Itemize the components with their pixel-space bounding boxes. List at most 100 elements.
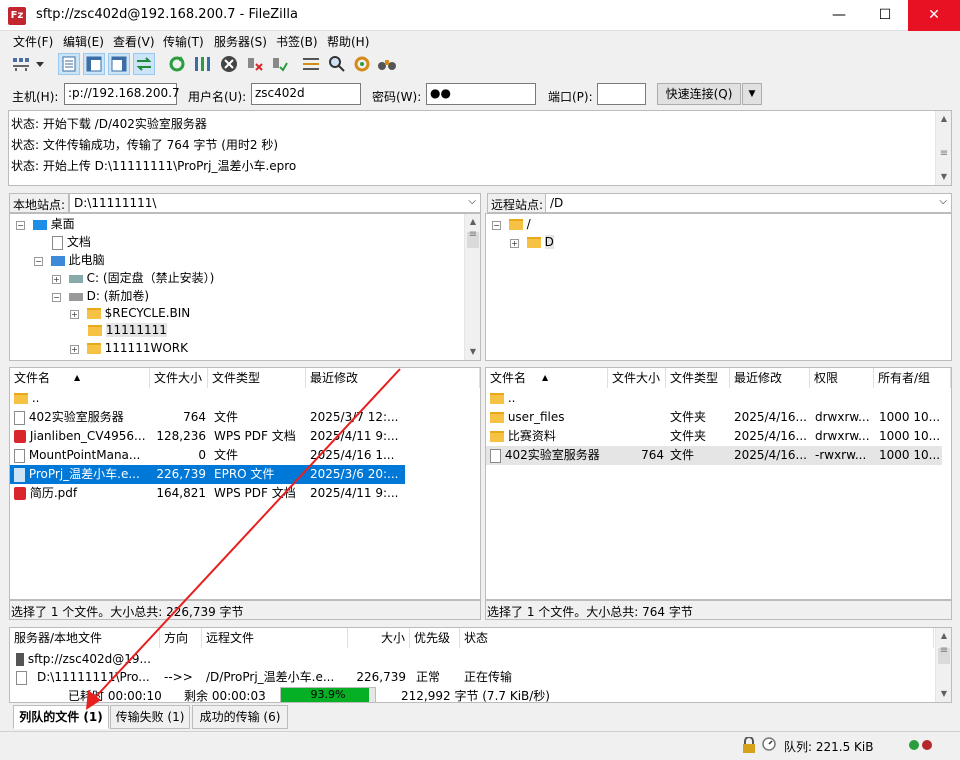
col-modified[interactable]: 最近修改 — [306, 368, 480, 388]
col-filesize[interactable]: 文件大小 — [608, 368, 666, 388]
expand-icon[interactable]: + — [52, 275, 61, 284]
queue-scrollbar[interactable]: ▲ ≡ ▼ — [935, 628, 951, 702]
compare-icon[interactable] — [326, 53, 348, 75]
list-item[interactable]: .. — [10, 389, 405, 408]
col-priority[interactable]: 优先级 — [410, 628, 460, 648]
col-status[interactable]: 状态 — [460, 628, 934, 648]
tab-queued-files[interactable]: 列队的文件 (1) — [13, 705, 109, 729]
tree-item-drive-c[interactable]: + C: (固定盘（禁止安装）) — [52, 269, 214, 287]
collapse-icon[interactable]: − — [52, 293, 61, 302]
col-owner[interactable]: 所有者/组 — [874, 368, 951, 388]
tree-item-root[interactable]: − / — [492, 215, 531, 233]
message-log[interactable]: 状态: 开始下载 /D/402实验室服务器 状态: 文件传输成功，传输了 764… — [8, 110, 952, 186]
tree-item-documents[interactable]: 文档 — [52, 233, 91, 251]
tree-item-desktop[interactable]: − 桌面 — [16, 215, 75, 233]
remote-directory-tree[interactable]: − / + D — [485, 213, 952, 361]
col-filename[interactable]: 文件名 ▲ — [486, 368, 608, 388]
tree-item-111111work[interactable]: + 111111WORK — [70, 339, 188, 357]
menu-help[interactable]: 帮助(H) — [327, 33, 369, 50]
sync-browse-icon[interactable] — [351, 53, 373, 75]
quickconnect-button[interactable]: 快速连接(Q) — [657, 83, 741, 105]
cancel-operation-icon[interactable] — [218, 53, 240, 75]
tree-item-11111111[interactable]: 11111111 — [88, 321, 167, 339]
scroll-thumb-icon[interactable]: ≡ — [467, 230, 479, 248]
remote-file-list[interactable]: 文件名 ▲ 文件大小 文件类型 最近修改 权限 所有者/组 .. user_fil… — [485, 367, 952, 600]
tree-item-drive-d[interactable]: − D: (新加卷) — [52, 287, 149, 305]
scroll-up-icon[interactable]: ▲ — [936, 628, 952, 644]
list-item-selected[interactable]: 402实验室服务器 764 文件 2025/4/16... -rwxrw... … — [486, 446, 942, 465]
refresh-icon[interactable] — [166, 53, 188, 75]
menu-transfer[interactable]: 传输(T) — [163, 33, 204, 50]
tab-successful-transfers[interactable]: 成功的传输 (6) — [192, 705, 288, 729]
menu-bookmarks[interactable]: 书签(B) — [276, 33, 318, 50]
minimize-button[interactable]: — — [816, 0, 862, 31]
local-file-list[interactable]: 文件名 ▲ 文件大小 文件类型 最近修改 .. 402实验室服务器 764 文件 … — [9, 367, 481, 600]
maximize-button[interactable]: ☐ — [862, 0, 908, 31]
col-filename[interactable]: 文件名 ▲ — [10, 368, 150, 388]
toggle-queue-icon[interactable] — [133, 53, 155, 75]
list-item-selected[interactable]: ProPrj_温差小车.e... 226,739 EPRO 文件 2025/3/… — [10, 465, 405, 484]
reconnect-icon[interactable] — [268, 53, 290, 75]
list-item[interactable]: 简历.pdf 164,821 WPS PDF 文档 2025/4/11 9:..… — [10, 484, 405, 503]
list-item[interactable]: 比赛资料 文件夹 2025/4/16... drwxrw... 1000 10.… — [486, 427, 942, 446]
list-item[interactable]: Jianliben_CV4956... 128,236 WPS PDF 文档 2… — [10, 427, 405, 446]
col-permissions[interactable]: 权限 — [810, 368, 874, 388]
port-input[interactable] — [597, 83, 646, 105]
scroll-down-icon[interactable]: ▼ — [936, 169, 952, 185]
menu-edit[interactable]: 编辑(E) — [63, 33, 104, 50]
col-filesize[interactable]: 文件大小 — [150, 368, 208, 388]
tree-item-this-pc[interactable]: − 此电脑 — [34, 251, 105, 269]
remote-path-combo[interactable]: /D ⌵ — [545, 193, 952, 213]
scroll-up-icon[interactable]: ▲ — [936, 111, 952, 127]
list-item[interactable]: 402实验室服务器 764 文件 2025/3/7 12:... — [10, 408, 405, 427]
transfer-queue[interactable]: 服务器/本地文件 方向 远程文件 大小 优先级 状态 sftp://zsc402… — [9, 627, 952, 703]
col-modified[interactable]: 最近修改 — [730, 368, 810, 388]
expand-icon[interactable]: + — [70, 345, 79, 354]
col-remote-file[interactable]: 远程文件 — [202, 628, 348, 648]
collapse-icon[interactable]: − — [34, 257, 43, 266]
tree-item-d[interactable]: + D — [510, 233, 554, 251]
toggle-local-tree-icon[interactable] — [83, 53, 105, 75]
scroll-down-icon[interactable]: ▼ — [936, 686, 952, 702]
tree-item-recycle-bin[interactable]: + $RECYCLE.BIN — [70, 304, 190, 322]
collapse-icon[interactable]: − — [492, 221, 501, 230]
queue-server-row[interactable]: sftp://zsc402d@19... — [16, 650, 151, 669]
expand-icon[interactable]: + — [70, 310, 79, 319]
local-tree-scrollbar[interactable]: ▲ ≡ ▼ — [464, 214, 480, 360]
search-files-icon[interactable] — [376, 53, 398, 75]
toggle-remote-tree-icon[interactable] — [108, 53, 130, 75]
menu-view[interactable]: 查看(V) — [113, 33, 155, 50]
queue-item-row[interactable]: D:\11111111\Pro... -->> /D/ProPrj_温差小车.e… — [10, 668, 934, 687]
list-item[interactable]: .. — [486, 389, 942, 408]
col-direction[interactable]: 方向 — [160, 628, 202, 648]
site-manager-icon[interactable] — [10, 53, 32, 75]
tab-failed-transfers[interactable]: 传输失败 (1) — [110, 705, 190, 729]
collapse-icon[interactable]: − — [16, 221, 25, 230]
scroll-down-icon[interactable]: ▼ — [465, 344, 480, 360]
col-filetype[interactable]: 文件类型 — [666, 368, 730, 388]
toggle-log-icon[interactable] — [58, 53, 80, 75]
disconnect-icon[interactable] — [243, 53, 265, 75]
scroll-up-icon[interactable]: ▲ — [465, 214, 480, 230]
log-scrollbar[interactable]: ▲ ≡ ▼ — [935, 111, 951, 185]
col-filetype[interactable]: 文件类型 — [208, 368, 306, 388]
scroll-thumb-icon[interactable]: ≡ — [939, 149, 949, 167]
directory-listing-filter-icon[interactable] — [300, 53, 322, 75]
chevron-down-icon[interactable]: ⌵ — [939, 196, 947, 207]
menu-file[interactable]: 文件(F) — [13, 33, 53, 50]
close-button[interactable]: ✕ — [908, 0, 960, 31]
quickconnect-dropdown[interactable]: ▼ — [742, 83, 762, 105]
menu-server[interactable]: 服务器(S) — [214, 33, 267, 50]
speed-limit-icon[interactable] — [762, 737, 776, 751]
list-item[interactable]: user_files 文件夹 2025/4/16... drwxrw... 10… — [486, 408, 942, 427]
local-directory-tree[interactable]: − 桌面 文档 − 此电脑 + C: (固定盘（禁止安装）) − D: (新加卷… — [9, 213, 481, 361]
expand-icon[interactable]: + — [510, 239, 519, 248]
list-item[interactable]: MountPointMana... 0 文件 2025/4/16 1... — [10, 446, 405, 465]
local-path-combo[interactable]: D:\11111111\ ⌵ — [69, 193, 481, 213]
chevron-down-icon[interactable]: ⌵ — [468, 196, 476, 207]
username-input[interactable]: zsc402d — [251, 83, 361, 105]
host-input[interactable]: :p://192.168.200.7 — [64, 83, 180, 105]
scroll-thumb-icon[interactable]: ≡ — [938, 646, 950, 664]
password-input[interactable]: ●● — [426, 83, 536, 105]
col-server-local-file[interactable]: 服务器/本地文件 — [10, 628, 160, 648]
